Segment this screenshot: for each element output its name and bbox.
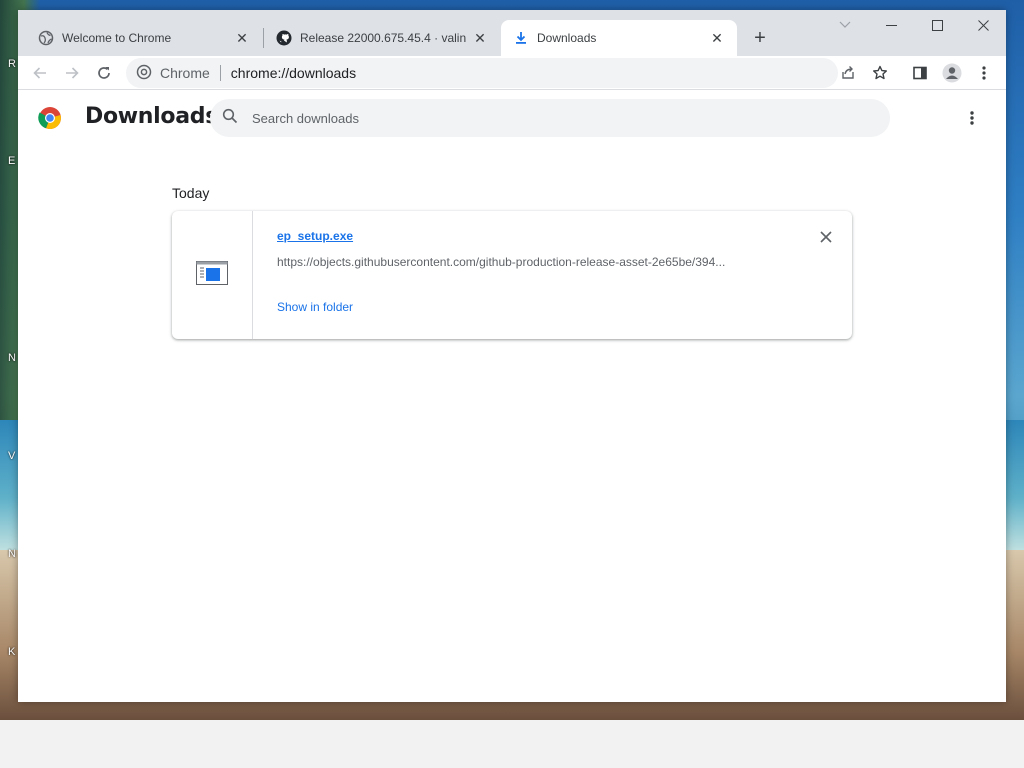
url-text[interactable]: chrome://downloads [231, 65, 356, 81]
address-bar[interactable]: Chrome chrome://downloads [126, 58, 838, 88]
chrome-logo-icon [38, 106, 62, 130]
search-box[interactable] [210, 99, 890, 137]
exe-file-icon [196, 260, 228, 290]
file-icon-column [172, 211, 253, 339]
desktop-icon-label[interactable]: N [8, 548, 16, 560]
downloads-page: Downloads Today [18, 90, 1006, 702]
search-input[interactable] [252, 110, 852, 126]
side-panel-icon[interactable] [906, 59, 934, 87]
desktop-icon-label[interactable]: E [8, 155, 15, 167]
bookmark-star-icon[interactable] [866, 59, 894, 87]
github-icon [276, 30, 292, 46]
tab-title: Welcome to Chrome [62, 31, 172, 45]
browser-menu-icon[interactable] [970, 59, 998, 87]
search-icon [222, 108, 238, 129]
tab-title: Release 22000.675.45.4 · valinet/ [300, 31, 466, 45]
share-icon[interactable] [834, 59, 862, 87]
window-close-button[interactable] [960, 10, 1006, 40]
desktop-icon-label[interactable]: N [8, 352, 16, 364]
remove-download-icon[interactable] [816, 227, 836, 247]
minimize-button[interactable] [868, 10, 914, 40]
date-heading: Today [172, 185, 210, 201]
maximize-button[interactable] [914, 10, 960, 40]
close-icon[interactable]: ✕ [234, 30, 250, 46]
profile-avatar-icon[interactable] [938, 59, 966, 87]
tab-github-release[interactable]: Release 22000.675.45.4 · valinet/ ✕ [264, 20, 500, 56]
download-file-name-link[interactable]: ep_setup.exe [277, 229, 353, 243]
tab-strip: Welcome to Chrome ✕ Release 22000.675.45… [18, 10, 1006, 56]
site-label: Chrome [160, 65, 210, 81]
download-icon [513, 30, 529, 46]
download-item: ep_setup.exe https://objects.githubuserc… [172, 211, 852, 339]
omnibox-divider [219, 65, 221, 81]
tab-downloads[interactable]: Downloads ✕ [501, 20, 737, 56]
taskbar [0, 720, 1024, 768]
reload-button[interactable] [90, 59, 118, 87]
forward-button[interactable] [58, 59, 86, 87]
downloads-menu-icon[interactable] [960, 106, 984, 130]
desktop-icon-label[interactable]: R [8, 58, 16, 70]
download-source-url: https://objects.githubusercontent.com/gi… [277, 255, 726, 269]
desktop-icon-label[interactable]: V [8, 450, 15, 462]
show-in-folder-link[interactable]: Show in folder [277, 300, 353, 314]
close-icon[interactable]: ✕ [472, 30, 488, 46]
chrome-site-icon [136, 64, 152, 83]
tab-title: Downloads [537, 31, 597, 45]
back-button[interactable] [26, 59, 54, 87]
globe-icon [38, 30, 54, 46]
browser-toolbar: Chrome chrome://downloads [18, 56, 1006, 90]
browser-window: Welcome to Chrome ✕ Release 22000.675.45… [18, 10, 1006, 702]
new-tab-button[interactable]: + [748, 26, 772, 50]
downloads-header: Downloads [18, 90, 1006, 146]
desktop-icon-label[interactable]: K [8, 646, 15, 658]
tab-search-icon[interactable] [822, 10, 868, 40]
tab-welcome[interactable]: Welcome to Chrome ✕ [26, 20, 262, 56]
page-title: Downloads [85, 104, 219, 129]
close-icon[interactable]: ✕ [709, 30, 725, 46]
